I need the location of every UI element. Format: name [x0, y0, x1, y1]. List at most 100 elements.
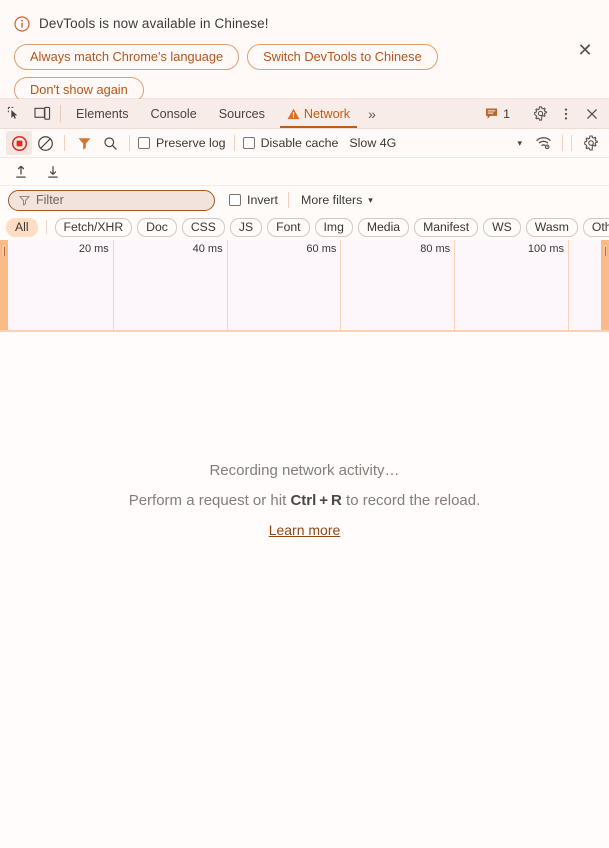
- recording-status-text: Recording network activity…: [209, 462, 400, 479]
- record-stop-icon[interactable]: [6, 131, 32, 155]
- filter-input[interactable]: Filter: [8, 189, 215, 211]
- toolbar-divider-5: [571, 135, 572, 151]
- chip-media[interactable]: Media: [357, 217, 410, 237]
- disable-cache-checkbox-box[interactable]: [242, 137, 255, 149]
- toolbar-divider-4: [562, 135, 563, 151]
- overview-tick-label: 40 ms: [192, 243, 223, 255]
- hint-suffix: to record the reload.: [341, 492, 481, 509]
- issues-message-icon: [485, 107, 498, 120]
- chip-js[interactable]: JS: [229, 217, 263, 237]
- close-devtools-icon[interactable]: [579, 101, 605, 127]
- chip-other[interactable]: Other: [582, 217, 609, 237]
- filter-funnel-icon: [19, 195, 30, 206]
- preserve-log-checkbox[interactable]: Preserve log: [136, 136, 228, 150]
- overview-right-resize-handle[interactable]: [601, 240, 609, 330]
- chip-css[interactable]: CSS: [181, 217, 225, 237]
- tab-network[interactable]: Network: [276, 99, 361, 128]
- filter-input-placeholder: Filter: [36, 193, 64, 207]
- search-icon[interactable]: [97, 131, 123, 155]
- disable-cache-label: Disable cache: [260, 136, 339, 150]
- overview-cell: 40 ms: [114, 240, 228, 330]
- overview-cell: 60 ms: [228, 240, 342, 330]
- invert-checkbox-box[interactable]: [229, 194, 241, 206]
- overview-grid: 20 ms 40 ms 60 ms 80 ms 100 ms: [0, 240, 609, 330]
- right-handle-grip-icon: [602, 243, 608, 258]
- har-import-export-row: [0, 158, 609, 186]
- network-overview-timeline[interactable]: 20 ms 40 ms 60 ms 80 ms 100 ms: [0, 240, 609, 332]
- devtools-tabbar: Elements Console Sources Network » 1: [0, 99, 609, 129]
- devtools-window: DevTools is now available in Chinese! Al…: [0, 0, 609, 848]
- banner-action-buttons: Always match Chrome's language Switch De…: [14, 44, 544, 103]
- invert-checkbox[interactable]: Invert: [229, 193, 278, 207]
- toolbar-divider-2: [129, 135, 130, 151]
- inspect-element-icon[interactable]: [0, 99, 28, 128]
- more-filters-label: More filters: [301, 193, 363, 207]
- tab-sources[interactable]: Sources: [208, 99, 276, 128]
- export-har-icon[interactable]: [40, 160, 66, 184]
- issues-badge[interactable]: 1: [477, 107, 518, 121]
- tab-network-label: Network: [303, 106, 351, 121]
- network-empty-state: Recording network activity… Perform a re…: [0, 332, 609, 848]
- tab-sources-label: Sources: [218, 106, 265, 121]
- overview-cell: 20 ms: [0, 240, 114, 330]
- toolbar-divider-1: [64, 135, 65, 151]
- throttling-select-value[interactable]: Slow 4G: [349, 136, 396, 150]
- overview-cell: 100 ms: [455, 240, 569, 330]
- hint-prefix: Perform a request or hit: [128, 492, 291, 509]
- chevron-down-icon: ▾: [368, 194, 373, 205]
- chip-divider: [45, 220, 47, 234]
- chip-font[interactable]: Font: [267, 217, 310, 237]
- more-options-icon[interactable]: [553, 101, 579, 127]
- invert-label: Invert: [247, 193, 278, 207]
- chip-wasm[interactable]: Wasm: [525, 217, 578, 237]
- gear-icon[interactable]: [527, 101, 553, 127]
- tabbar-divider: [60, 105, 61, 122]
- chip-all[interactable]: All: [6, 217, 38, 237]
- tab-console-label: Console: [150, 106, 197, 121]
- tabbar-right-controls: 1: [477, 99, 609, 128]
- network-toolbar: Preserve log Disable cache Slow 4G ▾: [0, 129, 609, 158]
- network-filter-row: Filter Invert More filters ▾: [0, 186, 609, 214]
- chip-img[interactable]: Img: [314, 217, 353, 237]
- info-circle-icon: [14, 16, 30, 32]
- throttling-dropdown-arrow[interactable]: ▾: [509, 138, 530, 149]
- preserve-log-label: Preserve log: [156, 136, 226, 150]
- banner-message-text: DevTools is now available in Chinese!: [39, 16, 269, 31]
- language-notification-banner: DevTools is now available in Chinese! Al…: [0, 0, 609, 103]
- tab-elements[interactable]: Elements: [65, 99, 140, 128]
- learn-more-link[interactable]: Learn more: [269, 522, 341, 538]
- more-filters-dropdown[interactable]: More filters ▾: [301, 193, 373, 207]
- overview-cell: 80 ms: [341, 240, 456, 330]
- overview-tick-label: 100 ms: [527, 243, 564, 255]
- issues-count: 1: [503, 106, 510, 121]
- more-tabs-icon[interactable]: »: [361, 99, 383, 128]
- always-match-language-button[interactable]: Always match Chrome's language: [14, 44, 240, 70]
- resource-type-filter-chips: All Fetch/XHR Doc CSS JS Font Img Media …: [0, 214, 609, 240]
- clear-network-log-icon[interactable]: [32, 131, 58, 155]
- switch-devtools-chinese-button[interactable]: Switch DevTools to Chinese: [247, 44, 438, 70]
- tab-elements-label: Elements: [76, 106, 129, 121]
- warning-triangle-icon: [287, 108, 300, 120]
- network-settings-gear-icon[interactable]: [578, 131, 604, 155]
- toolbar-divider-3: [233, 135, 235, 151]
- hint-shortcut: Ctrl + R: [290, 492, 342, 509]
- chip-doc[interactable]: Doc: [137, 217, 177, 237]
- banner-close-icon[interactable]: ✕: [573, 38, 597, 62]
- filter-divider: [288, 192, 289, 208]
- perform-request-hint: Perform a request or hit Ctrl + R to rec…: [129, 492, 481, 509]
- tab-console[interactable]: Console: [140, 99, 208, 128]
- chip-fetch-xhr[interactable]: Fetch/XHR: [54, 217, 133, 237]
- device-toolbar-icon[interactable]: [28, 99, 56, 128]
- overview-tick-label: 80 ms: [420, 243, 451, 255]
- banner-message-row: DevTools is now available in Chinese!: [14, 14, 595, 34]
- chip-manifest[interactable]: Manifest: [414, 217, 479, 237]
- overview-left-resize-handle[interactable]: [0, 240, 8, 330]
- network-conditions-wifi-icon[interactable]: [530, 131, 556, 155]
- overview-tick-label: 20 ms: [78, 243, 109, 255]
- filter-funnel-icon[interactable]: [71, 131, 97, 155]
- chip-ws[interactable]: WS: [483, 217, 521, 237]
- overview-tick-label: 60 ms: [306, 243, 337, 255]
- disable-cache-checkbox[interactable]: Disable cache: [241, 136, 341, 150]
- preserve-log-checkbox-box[interactable]: [138, 137, 150, 149]
- import-har-icon[interactable]: [8, 160, 34, 184]
